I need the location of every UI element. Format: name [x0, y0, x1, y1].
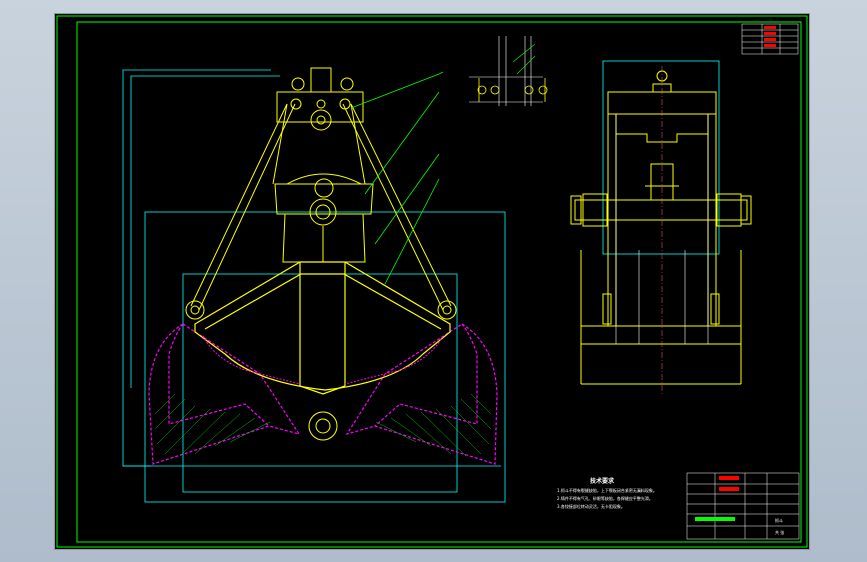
head-block [276, 67, 364, 131]
revision-table [741, 23, 799, 55]
center-pivot [308, 411, 338, 441]
notes-line-3: 3.各铰接部位转动灵活，无卡阻现象。 [557, 503, 625, 509]
cad-viewport[interactable]: 技术要求 1.抓斗不得有裂缝缺陷，上下颚板闭合紧密无漏料现象。 2.铸件不得有气… [55, 14, 809, 549]
cad-drawing: 技术要求 1.抓斗不得有裂缝缺陷，上下颚板闭合紧密无漏料现象。 2.铸件不得有气… [56, 15, 808, 548]
pulley-block [274, 173, 374, 263]
side-view-outline [570, 70, 752, 385]
notes-line-1: 1.抓斗不得有裂缝缺陷，上下颚板闭合紧密无漏料现象。 [557, 487, 657, 493]
detail-view-yellow [477, 78, 548, 102]
notes-title: 技术要求 [590, 477, 615, 485]
title-block-sheet: 共 张 [775, 529, 784, 535]
support-arms [190, 103, 452, 311]
closed-bucket [194, 261, 451, 395]
side-view-construction [602, 60, 720, 255]
technical-requirements: 技术要求 1.抓斗不得有裂缝缺陷，上下颚板闭合紧密无漏料现象。 2.铸件不得有气… [557, 477, 657, 509]
detail-leaders [512, 43, 536, 75]
notes-line-2: 2.铸件不得有气孔、砂眼等缺陷，各焊缝应平整光滑。 [557, 495, 653, 501]
outer-border [56, 15, 808, 548]
title-block-name: 抓斗 [775, 517, 783, 523]
